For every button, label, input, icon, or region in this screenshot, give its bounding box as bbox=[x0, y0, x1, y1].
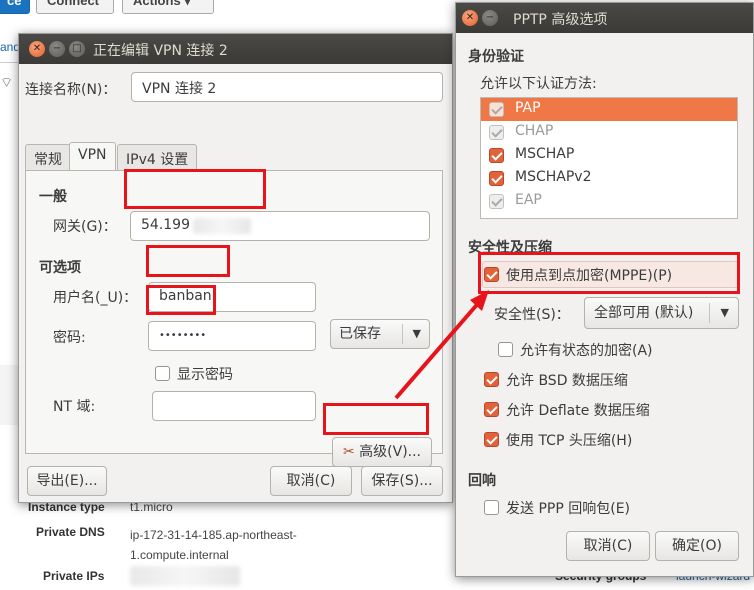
arrow-line bbox=[394, 298, 483, 400]
annotation-arrow bbox=[394, 290, 489, 400]
